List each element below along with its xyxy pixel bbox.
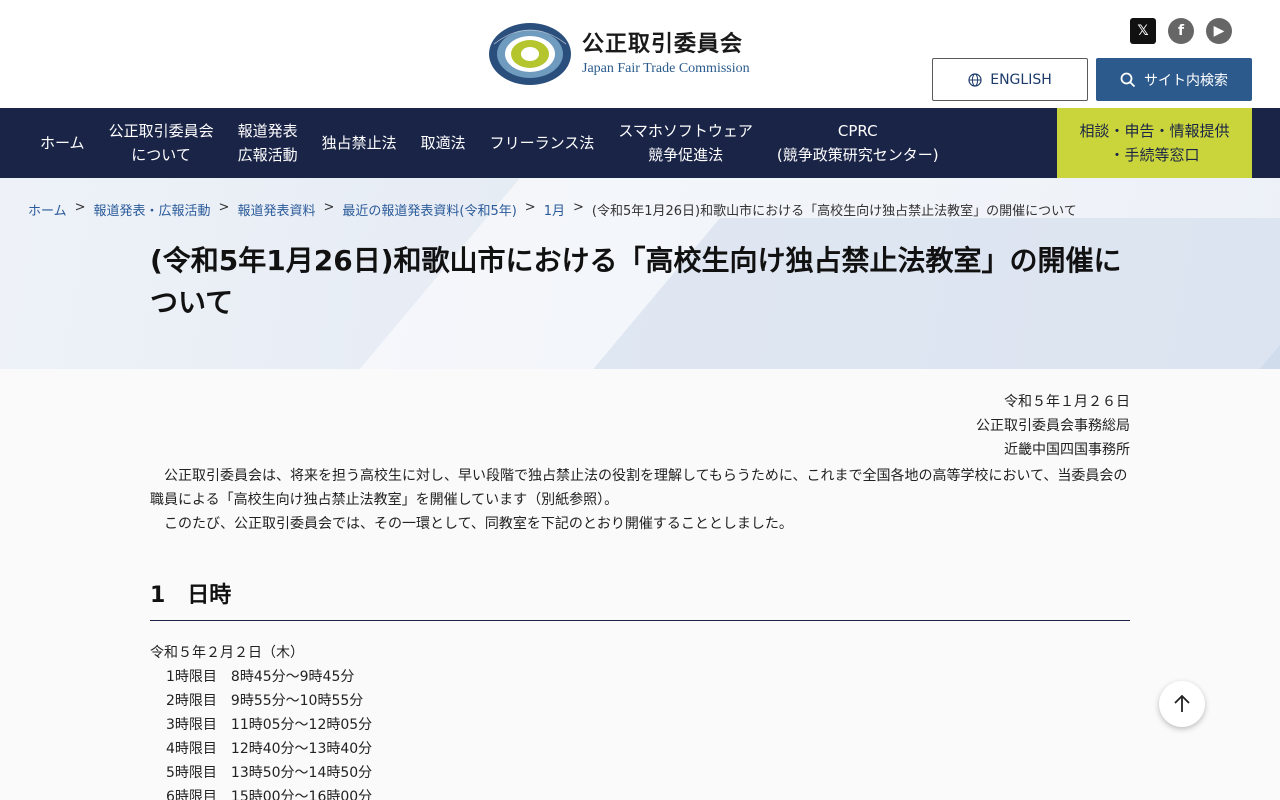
intro-paragraph: 公正取引委員会は、将来を担う高校生に対し、早い段階で独占禁止法の役割を理解しても… [150,468,1128,508]
intro-paragraph-2: このたび、公正取引委員会では、その一環として、同教室を下記のとおり開催することと… [164,516,793,532]
nav-item-antimonopoly[interactable]: 独占禁止法 [310,131,409,155]
nav-item-freelance[interactable]: フリーランス法 [478,131,607,155]
schedule-row: 3時限目 11時05分～12時05分 [166,717,373,733]
site-logo[interactable]: 公正取引委員会 Japan Fair Trade Commission [488,22,750,86]
youtube-icon[interactable]: ▶ [1206,18,1232,44]
page-title: (令和5年1月26日)和歌山市における「高校生向け独占禁止法教室」の開催について [150,244,1122,319]
breadcrumb-current: (令和5年1月26日)和歌山市における「高校生向け独占禁止法教室」の開催について [591,204,1077,219]
section-heading-datetime: 1 日時 [150,582,1130,621]
logo-title-en: Japan Fair Trade Commission [582,61,750,76]
schedule-list: 令和５年２月２日（木） 1時限目 8時45分～9時45分 2時限目 9時55分～… [150,641,1130,800]
breadcrumb-separator: > [572,200,584,215]
nav-item-label: 競争促進法 [648,146,724,164]
breadcrumb-separator: > [218,200,230,215]
nav-item-label: CPRC [837,122,878,140]
schedule-row: 1時限目 8時45分～9時45分 [166,669,355,685]
nav-item-label: 報道発表 [237,122,298,140]
globe-icon [968,72,982,87]
issuer-org: 公正取引委員会事務総局 [976,418,1130,434]
nav-item-press[interactable]: 報道発表 広報活動 [226,119,310,167]
schedule-row: 4時限目 12時40分～13時40分 [166,741,373,757]
breadcrumb-month[interactable]: 1月 [544,200,565,219]
nav-item-home[interactable]: ホーム [28,131,97,155]
nav-item-smartphone[interactable]: スマホソフトウェア 競争促進法 [606,119,765,167]
breadcrumb-separator: > [323,200,335,215]
main-content: 令和５年１月２６日 公正取引委員会事務総局 近畿中国四国事務所 公正取引委員会は… [150,390,1130,800]
nav-item-cprc[interactable]: CPRC (競争政策研究センター) [765,119,951,167]
breadcrumb-home[interactable]: ホーム [28,200,67,219]
nav-consultation-button[interactable]: 相談・申告・情報提供 ・手続等窓口 [1057,108,1252,178]
breadcrumb: ホーム > 報道発表・広報活動 > 報道発表資料 > 最近の報道発表資料(令和5年) >… [28,200,1077,219]
page-header-band: ホーム > 報道発表・広報活動 > 報道発表資料 > 最近の報道発表資料(令和5年) >… [0,178,1280,369]
breadcrumb-recent[interactable]: 最近の報道発表資料(令和5年) [342,200,516,219]
issuer-block: 令和５年１月２６日 公正取引委員会事務総局 近畿中国四国事務所 [150,390,1130,462]
nav-item-label: 公正取引委員会 [108,122,214,140]
nav-item-label: フリーランス法 [489,134,595,152]
nav-item-label: (競争政策研究センター) [776,146,939,164]
schedule-row: 2時限目 9時55分～10時55分 [166,693,364,709]
english-button[interactable]: ENGLISH [932,58,1088,101]
nav-item-label: 取適法 [420,134,466,152]
issuer-office: 近畿中国四国事務所 [1004,442,1130,458]
site-header: 公正取引委員会 Japan Fair Trade Commission 𝕏 f … [0,0,1280,108]
breadcrumb-separator: > [74,200,86,215]
logo-title-ja: 公正取引委員会 [582,32,744,57]
x-icon[interactable]: 𝕏 [1130,18,1156,44]
nav-item-label: 独占禁止法 [321,134,397,152]
nav-item-label: 広報活動 [237,146,298,164]
facebook-icon[interactable]: f [1168,18,1194,44]
schedule-date: 令和５年２月２日（木） [150,645,304,661]
site-search-button[interactable]: サイト内検索 [1096,58,1252,101]
breadcrumb-press-materials[interactable]: 報道発表資料 [237,200,315,219]
breadcrumb-press[interactable]: 報道発表・広報活動 [94,200,211,219]
nav-item-about[interactable]: 公正取引委員会 について [97,119,226,167]
breadcrumb-separator: > [524,200,536,215]
nav-cta-label: 相談・申告・情報提供 [1079,122,1230,140]
nav-item-label: スマホソフトウェア [618,122,753,140]
social-links: 𝕏 f ▶ [1130,18,1232,44]
nav-item-label: ホーム [40,134,85,152]
schedule-row: 5時限目 13時50分～14時50分 [166,765,373,781]
global-nav: ホーム 公正取引委員会 について 報道発表 広報活動 独占禁止法 取適法 フリー… [0,108,1280,178]
jftc-logo-icon [489,23,571,85]
nav-cta-label: ・手続等窓口 [1109,146,1200,164]
schedule-row: 6時限目 15時00分～16時00分 [166,789,373,800]
arrow-up-icon [1174,694,1190,712]
nav-item-subcontract[interactable]: 取適法 [409,131,478,155]
nav-item-label: について [131,146,191,164]
search-icon [1120,72,1136,87]
release-date: 令和５年１月２６日 [1004,394,1130,410]
back-to-top-button[interactable] [1159,681,1205,727]
site-search-label: サイト内検索 [1144,72,1228,89]
english-label: ENGLISH [990,71,1052,88]
